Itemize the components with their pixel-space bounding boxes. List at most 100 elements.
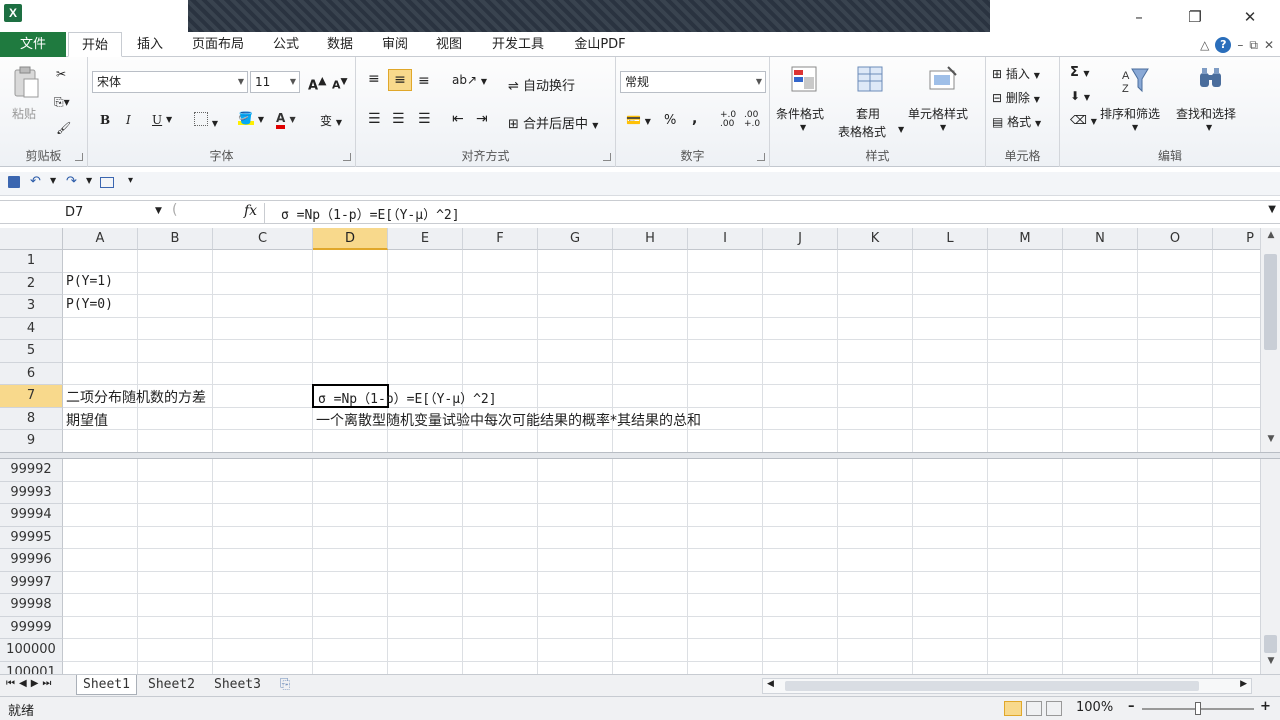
fill-icon[interactable]: ⬇ ▼: [1070, 89, 1090, 103]
format-painter-icon[interactable]: 🖌: [56, 121, 71, 135]
wrap-text-button[interactable]: ⇌ 自动换行: [508, 75, 575, 94]
tab-view[interactable]: 视图: [427, 32, 471, 57]
tab-kingsoft-pdf[interactable]: 金山PDF: [566, 32, 634, 57]
pane-splitter[interactable]: [0, 452, 1280, 459]
close-button[interactable]: ✕: [1235, 6, 1265, 28]
row-header-4[interactable]: 4: [0, 317, 63, 340]
column-header-f[interactable]: F: [463, 228, 538, 250]
find-select-icon[interactable]: [1196, 65, 1226, 95]
horizontal-scrollbar[interactable]: ◀ ▶: [762, 678, 1252, 694]
row-header-100000[interactable]: 100000: [0, 639, 63, 662]
format-cells-button[interactable]: ▤ 格式 ▼: [992, 113, 1041, 130]
increase-decimal-button[interactable]: +.0 .00: [720, 111, 736, 129]
cell-a2[interactable]: P(Y=1): [66, 274, 113, 289]
select-all-corner[interactable]: [0, 228, 63, 250]
workbook-close-icon[interactable]: ✕: [1264, 38, 1274, 52]
workbook-restore-icon[interactable]: ⧉: [1249, 38, 1258, 53]
horizontal-thumb[interactable]: [785, 681, 1199, 691]
formula-input[interactable]: σ =Np（1-p）=E[（Y-μ）^2]: [281, 204, 460, 223]
align-center-icon[interactable]: ☰: [392, 111, 405, 127]
chevron-down-icon[interactable]: ▼: [800, 123, 806, 132]
cell-d8[interactable]: 一个离散型随机变量试验中每次可能结果的概率*其结果的总和: [316, 410, 701, 430]
conditional-format-icon[interactable]: [790, 65, 820, 95]
chevron-down-icon[interactable]: ▼: [1206, 123, 1212, 132]
chevron-down-icon[interactable]: ▼: [1132, 123, 1138, 132]
vertical-scrollbar-bottom[interactable]: ▼: [1260, 459, 1280, 674]
row-header-99999[interactable]: 99999: [0, 616, 63, 639]
find-select-button[interactable]: 查找和选择: [1176, 105, 1236, 122]
maximize-button[interactable]: ❐: [1180, 6, 1210, 28]
minimize-button[interactable]: –: [1124, 6, 1154, 28]
row-header-3[interactable]: 3: [0, 295, 63, 318]
decrease-decimal-button[interactable]: .00 +.0: [744, 111, 760, 129]
workbook-minimize-icon[interactable]: –: [1237, 38, 1243, 52]
font-launcher-icon[interactable]: [343, 153, 351, 161]
chevron-down-icon[interactable]: ▼: [166, 115, 172, 124]
bold-button[interactable]: B: [100, 113, 110, 127]
chevron-down-icon[interactable]: ▼: [898, 125, 904, 134]
format-as-table-line2[interactable]: 表格格式: [838, 123, 886, 140]
new-sheet-icon[interactable]: ⎘: [280, 677, 290, 692]
scroll-thumb-top[interactable]: [1264, 254, 1277, 350]
column-header-b[interactable]: B: [138, 228, 213, 250]
scroll-up-icon[interactable]: ▲: [1261, 230, 1280, 246]
scroll-down-icon[interactable]: ▼: [1261, 656, 1280, 672]
tab-insert[interactable]: 插入: [128, 32, 172, 57]
column-header-e[interactable]: E: [388, 228, 463, 250]
sheet-tab-3[interactable]: Sheet3: [208, 675, 267, 695]
customize-toolbar-icon[interactable]: ▾: [128, 175, 133, 186]
delete-cells-button[interactable]: ⊟ 删除 ▼: [992, 89, 1040, 106]
phonetic-button[interactable]: 变 ▼: [320, 112, 342, 129]
column-header-d[interactable]: D: [313, 228, 388, 250]
row-header-5[interactable]: 5: [0, 340, 63, 363]
sheet-tab-1[interactable]: Sheet1: [76, 675, 137, 695]
row-header-100001[interactable]: 100001: [0, 661, 63, 674]
scroll-left-icon[interactable]: ◀: [767, 679, 774, 689]
format-as-table-line1[interactable]: 套用: [856, 105, 880, 122]
undo-dropdown-icon[interactable]: ▼: [50, 176, 56, 185]
row-header-2[interactable]: 2: [0, 272, 63, 295]
align-left-icon[interactable]: ☰: [368, 111, 381, 127]
paste-button[interactable]: 粘贴: [12, 105, 36, 122]
row-header-7[interactable]: 7: [0, 385, 63, 408]
help-icon[interactable]: ?: [1215, 37, 1232, 53]
row-header-99998[interactable]: 99998: [0, 594, 63, 617]
row-header-6[interactable]: 6: [0, 362, 63, 385]
sort-filter-icon[interactable]: AZ: [1120, 65, 1150, 95]
align-bottom-icon[interactable]: ≡: [418, 73, 430, 89]
tab-home[interactable]: 开始: [68, 32, 122, 57]
align-top-icon[interactable]: ≡: [368, 71, 380, 87]
decrease-indent-icon[interactable]: ⇤: [452, 111, 464, 127]
font-name-select[interactable]: 宋体 ▼: [92, 71, 248, 93]
zoom-in-button[interactable]: +: [1260, 699, 1271, 714]
orientation-icon[interactable]: ab↗ ▼: [452, 73, 487, 87]
percent-button[interactable]: %: [664, 113, 676, 128]
vertical-scrollbar-top[interactable]: ▲ ▼: [1260, 228, 1280, 452]
column-header-k[interactable]: K: [838, 228, 913, 250]
align-middle-icon[interactable]: ≡: [388, 69, 412, 91]
cell-a8[interactable]: 期望值: [66, 410, 108, 430]
column-header-p[interactable]: P: [1213, 228, 1260, 250]
increase-indent-icon[interactable]: ⇥: [476, 111, 488, 127]
column-header-m[interactable]: M: [988, 228, 1063, 250]
zoom-level[interactable]: 100%: [1076, 700, 1113, 715]
cell-d7[interactable]: σ =Np（1-p）=E[（Y-μ）^2]: [318, 388, 497, 407]
format-as-table-icon[interactable]: [856, 65, 886, 95]
normal-view-icon[interactable]: [1004, 701, 1022, 716]
sheet-tab-2[interactable]: Sheet2: [142, 675, 201, 695]
expand-formula-icon[interactable]: ▼: [1268, 204, 1276, 215]
cell-styles-button[interactable]: 单元格样式: [908, 105, 968, 122]
column-header-l[interactable]: L: [913, 228, 988, 250]
row-header-99997[interactable]: 99997: [0, 571, 63, 594]
borders-icon[interactable]: ▼: [194, 112, 218, 129]
row-header-1[interactable]: 1: [0, 250, 63, 273]
insert-cells-button[interactable]: ⊞ 插入 ▼: [992, 65, 1040, 82]
cell-a7[interactable]: 二项分布随机数的方差: [66, 387, 206, 407]
zoom-slider-thumb[interactable]: [1195, 702, 1201, 715]
chevron-down-icon[interactable]: ▼: [940, 123, 946, 132]
fill-color-icon[interactable]: 🪣 ▼: [238, 111, 264, 125]
currency-icon[interactable]: 💳 ▼: [626, 113, 651, 127]
align-right-icon[interactable]: ☰: [418, 111, 431, 127]
tab-data[interactable]: 数据: [318, 32, 362, 57]
page-break-view-icon[interactable]: [1046, 701, 1062, 716]
